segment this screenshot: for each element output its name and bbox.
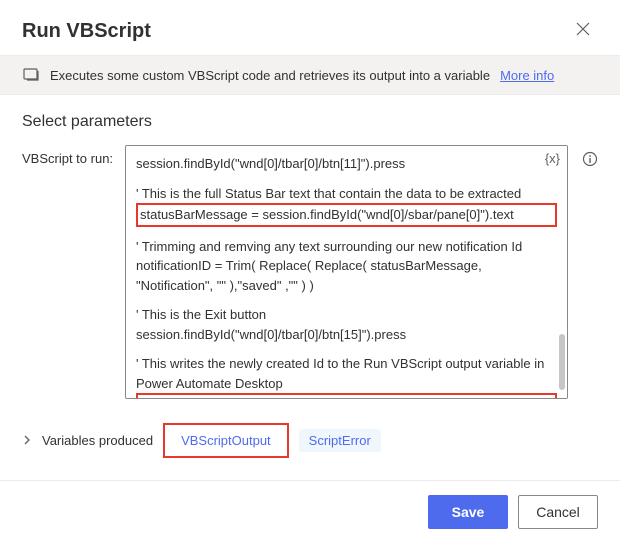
section-title: Select parameters — [0, 95, 620, 141]
dialog-footer: Save Cancel — [0, 480, 620, 543]
code-line: Power Automate Desktop — [136, 374, 557, 394]
code-line: ' Trimming and remving any text surround… — [136, 237, 557, 257]
code-highlight-1: statusBarMessage = session.findById("wnd… — [136, 203, 557, 227]
scrollbar[interactable] — [553, 148, 565, 396]
code-line: session.findById("wnd[0]/tbar[0]/btn[11]… — [136, 154, 557, 174]
chevron-right-icon — [22, 435, 32, 445]
code-blank — [136, 344, 557, 354]
cancel-button[interactable]: Cancel — [518, 495, 598, 529]
expand-variables-button[interactable] — [22, 433, 32, 448]
code-line: session.findById("wnd[0]/tbar[0]/btn[15]… — [136, 325, 557, 345]
variable-chip-output[interactable]: VBScriptOutput — [171, 429, 281, 452]
code-blank — [136, 174, 557, 184]
save-button[interactable]: Save — [428, 495, 508, 529]
script-row: VBScript to run: session.findById("wnd[0… — [0, 141, 620, 411]
variables-produced-row: Variables produced VBScriptOutput Script… — [0, 411, 620, 458]
code-line: notificationID = Trim( Replace( Replace(… — [136, 256, 557, 276]
code-line: ' This writes the newly created Id to th… — [136, 354, 557, 374]
script-info-icon — [22, 66, 40, 84]
run-vbscript-dialog: Run VBScript Executes some custom VBScri… — [0, 0, 620, 543]
variable-chip-error[interactable]: ScriptError — [299, 429, 381, 452]
info-text: Executes some custom VBScript code and r… — [50, 68, 490, 83]
close-icon — [576, 22, 590, 36]
dialog-header: Run VBScript — [0, 0, 620, 55]
highlight-box-var1: VBScriptOutput — [163, 423, 289, 458]
vbscript-input[interactable]: session.findById("wnd[0]/tbar[0]/btn[11]… — [125, 145, 568, 399]
info-bar: Executes some custom VBScript code and r… — [0, 55, 620, 95]
variables-label: Variables produced — [42, 433, 153, 448]
variable-picker-button[interactable]: {x} — [545, 151, 560, 166]
code-line: "Notification", "" ),"saved" ,"" ) ) — [136, 276, 557, 296]
code-highlight-2: WScript.Echo notificationID — [136, 393, 557, 399]
code-blank — [136, 227, 557, 237]
code-line: ' This is the Exit button — [136, 305, 557, 325]
close-button[interactable] — [568, 18, 598, 45]
more-info-link[interactable]: More info — [500, 68, 554, 83]
dialog-title: Run VBScript — [22, 20, 151, 43]
field-info-icon[interactable] — [582, 151, 598, 172]
script-label: VBScript to run: — [22, 145, 117, 166]
code-line: ' This is the full Status Bar text that … — [136, 184, 557, 204]
code-blank — [136, 295, 557, 305]
